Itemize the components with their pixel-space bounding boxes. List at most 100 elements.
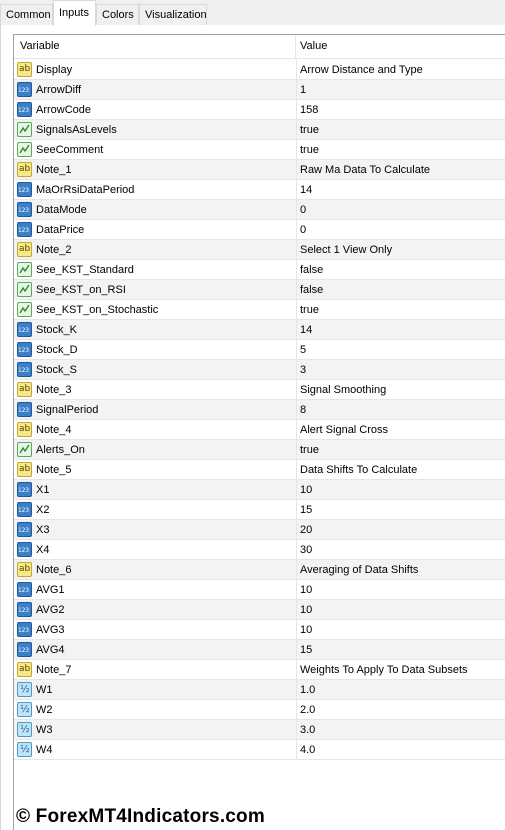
table-row[interactable]: SignalsAsLevels true [14, 120, 505, 140]
column-divider [296, 700, 297, 720]
table-row[interactable]: See_KST_on_Stochastic true [14, 300, 505, 320]
table-row[interactable]: DataPrice 0 [14, 220, 505, 240]
table-row[interactable]: Note_6 Averaging of Data Shifts [14, 560, 505, 580]
table-row[interactable]: Display Arrow Distance and Type [14, 60, 505, 80]
variable-value[interactable]: 3.0 [300, 720, 315, 740]
table-row[interactable]: AVG3 10 [14, 620, 505, 640]
variable-name: SignalsAsLevels [36, 124, 117, 136]
variable-value[interactable]: 14 [300, 180, 312, 200]
table-row[interactable]: Stock_S 3 [14, 360, 505, 380]
variable-value[interactable]: 2.0 [300, 700, 315, 720]
column-divider [296, 180, 297, 200]
variable-value[interactable]: 20 [300, 520, 312, 540]
integer-type-icon [17, 542, 32, 557]
variable-value[interactable]: 158 [300, 100, 318, 120]
table-row[interactable]: ArrowCode 158 [14, 100, 505, 120]
boolean-type-icon [17, 262, 32, 277]
variable-name: Note_7 [36, 664, 72, 676]
variable-value[interactable]: 10 [300, 480, 312, 500]
table-row[interactable]: Note_3 Signal Smoothing [14, 380, 505, 400]
table-row[interactable]: Stock_K 14 [14, 320, 505, 340]
variable-value[interactable]: 15 [300, 500, 312, 520]
variable-value[interactable]: true [300, 300, 319, 320]
variable-value[interactable]: 30 [300, 540, 312, 560]
table-row[interactable]: W1 1.0 [14, 680, 505, 700]
table-row[interactable]: Note_5 Data Shifts To Calculate [14, 460, 505, 480]
variable-value[interactable]: 3 [300, 360, 306, 380]
table-row[interactable]: Alerts_On true [14, 440, 505, 460]
table-row[interactable]: Note_7 Weights To Apply To Data Subsets [14, 660, 505, 680]
table-row[interactable]: MaOrRsiDataPeriod 14 [14, 180, 505, 200]
variable-value[interactable]: true [300, 120, 319, 140]
table-row[interactable]: DataMode 0 [14, 200, 505, 220]
variable-value[interactable]: false [300, 260, 323, 280]
variable-name: Note_6 [36, 564, 72, 576]
variable-value[interactable]: Data Shifts To Calculate [300, 460, 417, 480]
table-row[interactable]: AVG4 15 [14, 640, 505, 660]
table-row[interactable]: ArrowDiff 1 [14, 80, 505, 100]
variable-value[interactable]: 10 [300, 600, 312, 620]
integer-type-icon [17, 222, 32, 237]
table-row[interactable]: AVG1 10 [14, 580, 505, 600]
variable-value[interactable]: Weights To Apply To Data Subsets [300, 660, 468, 680]
table-row[interactable]: Stock_D 5 [14, 340, 505, 360]
variable-value[interactable]: Arrow Distance and Type [300, 60, 423, 80]
variable-value[interactable]: Raw Ma Data To Calculate [300, 160, 430, 180]
table-row[interactable]: X4 30 [14, 540, 505, 560]
tab-inputs[interactable]: Inputs [53, 0, 96, 26]
variable-value[interactable]: 14 [300, 320, 312, 340]
tab-visualization[interactable]: Visualization [139, 4, 207, 25]
column-divider [296, 620, 297, 640]
table-row[interactable]: X3 20 [14, 520, 505, 540]
variable-value[interactable]: 1 [300, 80, 306, 100]
variable-value[interactable]: true [300, 140, 319, 160]
variable-name: X1 [36, 484, 50, 496]
column-divider [296, 300, 297, 320]
variable-value[interactable]: 8 [300, 400, 306, 420]
table-row[interactable]: W2 2.0 [14, 700, 505, 720]
variable-value[interactable]: 10 [300, 580, 312, 600]
table-row[interactable]: SignalPeriod 8 [14, 400, 505, 420]
column-header-value[interactable]: Value [296, 35, 505, 58]
table-row[interactable]: Note_2 Select 1 View Only [14, 240, 505, 260]
variable-value[interactable]: 0 [300, 220, 306, 240]
tab-colors[interactable]: Colors [96, 4, 139, 25]
table-row[interactable]: X1 10 [14, 480, 505, 500]
tab-common[interactable]: Common [0, 4, 53, 25]
variable-value[interactable]: 10 [300, 620, 312, 640]
variable-name: W3 [36, 724, 53, 736]
table-row[interactable]: Note_4 Alert Signal Cross [14, 420, 505, 440]
double-type-icon [17, 702, 32, 717]
table-row[interactable]: AVG2 10 [14, 600, 505, 620]
column-divider [296, 320, 297, 340]
variable-value[interactable]: Select 1 View Only [300, 240, 392, 260]
variable-name: Stock_D [36, 344, 78, 356]
column-divider [296, 480, 297, 500]
variable-value[interactable]: 5 [300, 340, 306, 360]
column-header-variable[interactable]: Variable [14, 35, 296, 58]
variable-name: Note_4 [36, 424, 72, 436]
variable-value[interactable]: false [300, 280, 323, 300]
table-row[interactable]: See_KST_on_RSI false [14, 280, 505, 300]
variable-value[interactable]: Signal Smoothing [300, 380, 386, 400]
variable-value[interactable]: 1.0 [300, 680, 315, 700]
variable-value[interactable]: true [300, 440, 319, 460]
watermark: © ForexMT4Indicators.com [16, 806, 265, 827]
variable-value[interactable]: Alert Signal Cross [300, 420, 388, 440]
table-row[interactable]: W4 4.0 [14, 740, 505, 760]
table-row[interactable]: X2 15 [14, 500, 505, 520]
variable-name: W4 [36, 744, 53, 756]
table-row[interactable]: SeeComment true [14, 140, 505, 160]
variable-value[interactable]: 15 [300, 640, 312, 660]
boolean-type-icon [17, 442, 32, 457]
variable-name: W2 [36, 704, 53, 716]
inputs-grid[interactable]: Variable Value Display Arrow Distance and… [13, 34, 505, 830]
table-row[interactable]: Note_1 Raw Ma Data To Calculate [14, 160, 505, 180]
table-row[interactable]: See_KST_Standard false [14, 260, 505, 280]
integer-type-icon [17, 622, 32, 637]
boolean-type-icon [17, 302, 32, 317]
variable-value[interactable]: 0 [300, 200, 306, 220]
table-row[interactable]: W3 3.0 [14, 720, 505, 740]
variable-value[interactable]: Averaging of Data Shifts [300, 560, 418, 580]
variable-value[interactable]: 4.0 [300, 740, 315, 760]
